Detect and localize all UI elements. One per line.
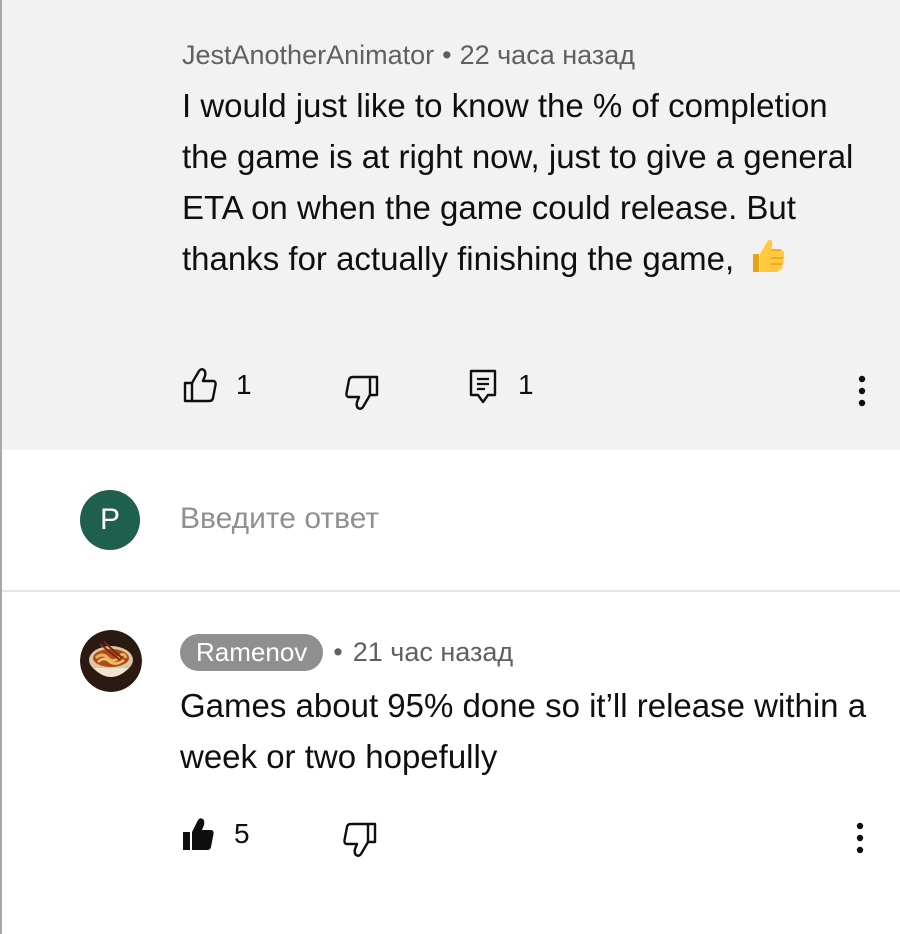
reply-more-button[interactable]: [840, 818, 880, 858]
reply-button[interactable]: 1: [468, 365, 534, 405]
reply-author-badge[interactable]: Ramenov: [180, 634, 324, 671]
reply-text: Games about 95% done so it’ll release wi…: [180, 687, 867, 775]
reply-input-row: P: [0, 450, 900, 592]
thumbs-up-outline-icon: [183, 368, 217, 403]
reply-count: 1: [518, 369, 534, 400]
thumbs-up-emoji: [753, 239, 785, 272]
avatar[interactable]: [80, 630, 142, 692]
like-button[interactable]: 5: [180, 814, 250, 854]
comment-text-block: I would just like to know the % of compl…: [182, 80, 872, 284]
dislike-button[interactable]: [344, 373, 380, 413]
meta-separator: •: [442, 40, 452, 70]
thumbs-down-outline-icon: [345, 375, 379, 410]
thumbs-down-outline-icon: [343, 822, 377, 857]
comment-more-button[interactable]: [842, 371, 882, 411]
reply-comment-icon: [469, 369, 497, 404]
thumbs-up-filled-icon: [183, 818, 214, 850]
reply-actions: 5: [180, 812, 880, 862]
meta-separator: •: [333, 637, 343, 667]
avatar-letter: P: [99, 503, 120, 536]
reply-input[interactable]: [180, 502, 860, 536]
like-button[interactable]: 1: [182, 365, 252, 405]
reply-meta: Ramenov • 21 час назад: [180, 634, 513, 671]
comment-meta: JestAnotherAnimator • 22 часа назад: [182, 40, 635, 71]
comment-card: JestAnotherAnimator • 22 часа назад I woul…: [2, 0, 900, 450]
comment-time[interactable]: 22 часа назад: [460, 40, 635, 70]
more-vertical-icon: [856, 822, 864, 854]
comment-author[interactable]: JestAnotherAnimator: [182, 40, 434, 70]
ramen-bowl-avatar-icon: [80, 630, 142, 692]
like-count: 1: [236, 369, 252, 400]
more-vertical-icon: [858, 375, 866, 407]
divider: [2, 590, 900, 592]
reply-time[interactable]: 21 час назад: [353, 637, 513, 668]
avatar: P: [80, 490, 140, 550]
like-count: 5: [234, 818, 250, 849]
comment-actions: 1 1: [182, 365, 882, 415]
dislike-button[interactable]: [342, 820, 378, 860]
